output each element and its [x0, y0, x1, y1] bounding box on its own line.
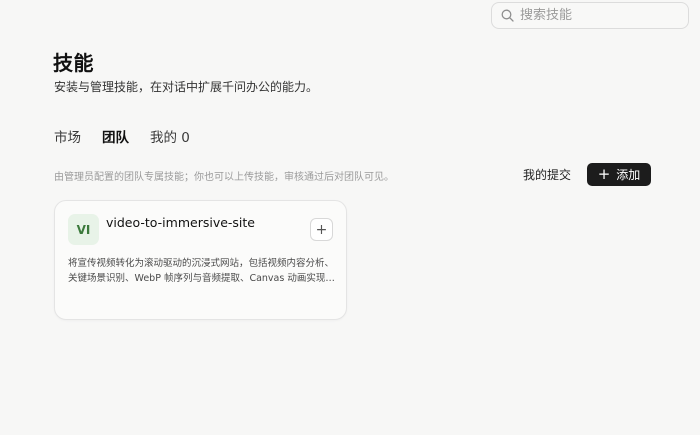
- tab-market[interactable]: 市场: [54, 126, 81, 146]
- team-info-text: 由管理员配置的团队专属技能；你也可以上传技能，审核通过后对团队可见。: [54, 172, 394, 183]
- add-skill-label: 添加: [616, 168, 641, 182]
- skill-avatar: VI: [68, 214, 99, 245]
- plus-icon: +: [315, 221, 328, 238]
- search-box[interactable]: [491, 2, 689, 29]
- install-skill-button[interactable]: +: [310, 218, 333, 241]
- plus-icon: +: [597, 165, 611, 183]
- skill-name: video-to-immersive-site: [106, 215, 255, 230]
- add-skill-button[interactable]: + 添加: [587, 163, 651, 186]
- skill-card[interactable]: VI video-to-immersive-site + 将宣传视频转化为滚动驱…: [54, 200, 347, 320]
- page-subtitle: 安装与管理技能，在对话中扩展千问办公的能力。: [54, 80, 319, 94]
- page-title: 技能: [53, 51, 94, 75]
- tab-bar: 市场 团队 我的 0: [54, 126, 211, 146]
- my-submissions-button[interactable]: 我的提交: [523, 166, 571, 183]
- tab-team[interactable]: 团队: [102, 126, 129, 146]
- search-input[interactable]: [520, 4, 680, 27]
- search-icon: [501, 9, 514, 22]
- tab-mine[interactable]: 我的 0: [150, 126, 190, 146]
- skill-description: 将宣传视频转化为滚动驱动的沉浸式网站，包括视频内容分析、关键场景识别、WebP …: [68, 258, 335, 284]
